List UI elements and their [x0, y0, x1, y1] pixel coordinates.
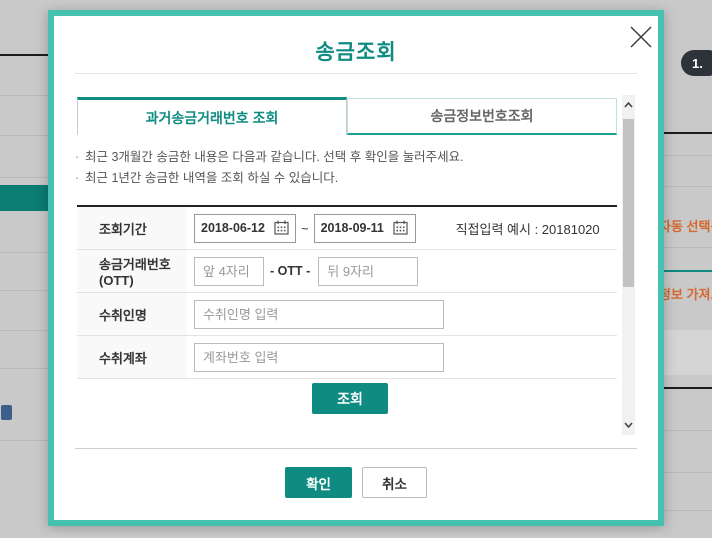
notice-text: 최근 1년간 송금한 내역을 조회 하실 수 있습니다.: [85, 168, 338, 189]
notice-item: · 최근 1년간 송금한 내역을 조회 하실 수 있습니다.: [75, 168, 615, 189]
page: 1. 자동 선택됨 정보 가져. 송금조회 과거송금: [0, 0, 712, 538]
recipient-account-input[interactable]: [194, 343, 444, 372]
bg-table-top-border: [664, 132, 712, 134]
bg-row-divider: [0, 368, 48, 369]
date-range-tilde: ~: [301, 221, 309, 236]
tab-past-remittance-number[interactable]: 과거송금거래번호 조회: [77, 97, 347, 135]
cancel-button[interactable]: 취소: [362, 467, 427, 498]
field-label: 수취계좌: [77, 336, 187, 378]
search-button[interactable]: 조회: [312, 383, 388, 414]
tab-bar: 과거송금거래번호 조회 송금정보번호조회: [77, 97, 617, 135]
tab-remittance-info-number[interactable]: 송금정보번호조회: [347, 98, 617, 135]
bullet: ·: [75, 168, 85, 189]
bg-info-fetch-text: 정보 가져.: [664, 284, 712, 303]
bullet: ·: [75, 147, 85, 168]
scroll-up-icon[interactable]: [622, 97, 635, 113]
bg-row-divider: [664, 430, 712, 431]
footer-divider: [75, 448, 637, 449]
modal-scrollbar[interactable]: [622, 95, 635, 435]
date-to-input[interactable]: [321, 221, 393, 235]
scrollbar-thumb[interactable]: [623, 119, 634, 287]
bg-row-divider: [664, 155, 712, 156]
ott-separator: - OTT -: [270, 264, 310, 278]
bg-row-divider: [0, 135, 48, 136]
field-area: - OTT -: [187, 250, 617, 292]
bg-row-divider: [664, 186, 712, 187]
calendar-icon[interactable]: [393, 220, 409, 236]
modal-title: 송금조회: [54, 36, 658, 66]
date-from-box: [194, 214, 296, 243]
bg-row-divider: [0, 440, 48, 441]
bg-selected-row: [0, 185, 48, 211]
step-badge: 1.: [681, 50, 712, 76]
bg-row-divider: [664, 510, 712, 511]
bg-auto-selected-text: 자동 선택됨: [664, 216, 712, 235]
search-form-table: 조회기간: [77, 205, 617, 379]
direct-input-hint: 직접입력 예시 : 20181020: [456, 219, 600, 238]
scroll-down-icon[interactable]: [622, 417, 635, 433]
field-label: 조회기간: [77, 207, 187, 249]
tab-label: 송금정보번호조회: [430, 106, 533, 126]
bg-teal-divider: [664, 270, 712, 272]
confirm-button[interactable]: 확인: [285, 467, 352, 498]
row-recipient-account: 수취계좌: [77, 336, 617, 379]
field-area: [187, 293, 617, 335]
bg-light-section: [664, 330, 712, 375]
bg-row-divider: [0, 95, 48, 96]
title-divider: [75, 73, 637, 74]
notice-text: 최근 3개월간 송금한 내용은 다음과 같습니다. 선택 후 확인을 눌러주세요…: [85, 147, 464, 168]
field-label: 송금거래번호(OTT): [77, 250, 187, 292]
recipient-name-input[interactable]: [194, 300, 444, 329]
date-to-box: [314, 214, 416, 243]
bg-row-divider: [0, 252, 48, 253]
background-right-table: 1. 자동 선택됨 정보 가져.: [664, 0, 712, 538]
field-label: 수취인명: [77, 293, 187, 335]
remittance-inquiry-modal: 송금조회 과거송금거래번호 조회 송금정보번호조회 · 최근 3개월간 송금한 …: [48, 10, 664, 526]
bg-row-divider: [664, 247, 712, 248]
bg-row-divider: [664, 472, 712, 473]
bg-document-icon: [1, 405, 12, 420]
field-area: [187, 336, 617, 378]
tab-label: 과거송금거래번호 조회: [146, 108, 279, 128]
calendar-icon[interactable]: [273, 220, 289, 236]
background-left-table: [0, 0, 48, 538]
bg-table-top-border: [0, 54, 48, 56]
bg-table-top-border: [664, 387, 712, 389]
row-ott-number: 송금거래번호(OTT) - OTT -: [77, 250, 617, 293]
ott-back-input[interactable]: [318, 257, 418, 286]
bg-row-divider: [0, 330, 48, 331]
row-inquiry-period: 조회기간: [77, 207, 617, 250]
notice-list: · 최근 3개월간 송금한 내용은 다음과 같습니다. 선택 후 확인을 눌러주…: [75, 147, 615, 189]
bg-row-divider: [0, 290, 48, 291]
ott-front-input[interactable]: [194, 257, 264, 286]
field-area: ~: [187, 207, 617, 249]
step-badge-label: 1.: [692, 56, 703, 71]
notice-item: · 최근 3개월간 송금한 내용은 다음과 같습니다. 선택 후 확인을 눌러주…: [75, 147, 615, 168]
row-recipient-name: 수취인명: [77, 293, 617, 336]
date-from-input[interactable]: [201, 221, 273, 235]
bg-row-divider: [0, 177, 48, 178]
